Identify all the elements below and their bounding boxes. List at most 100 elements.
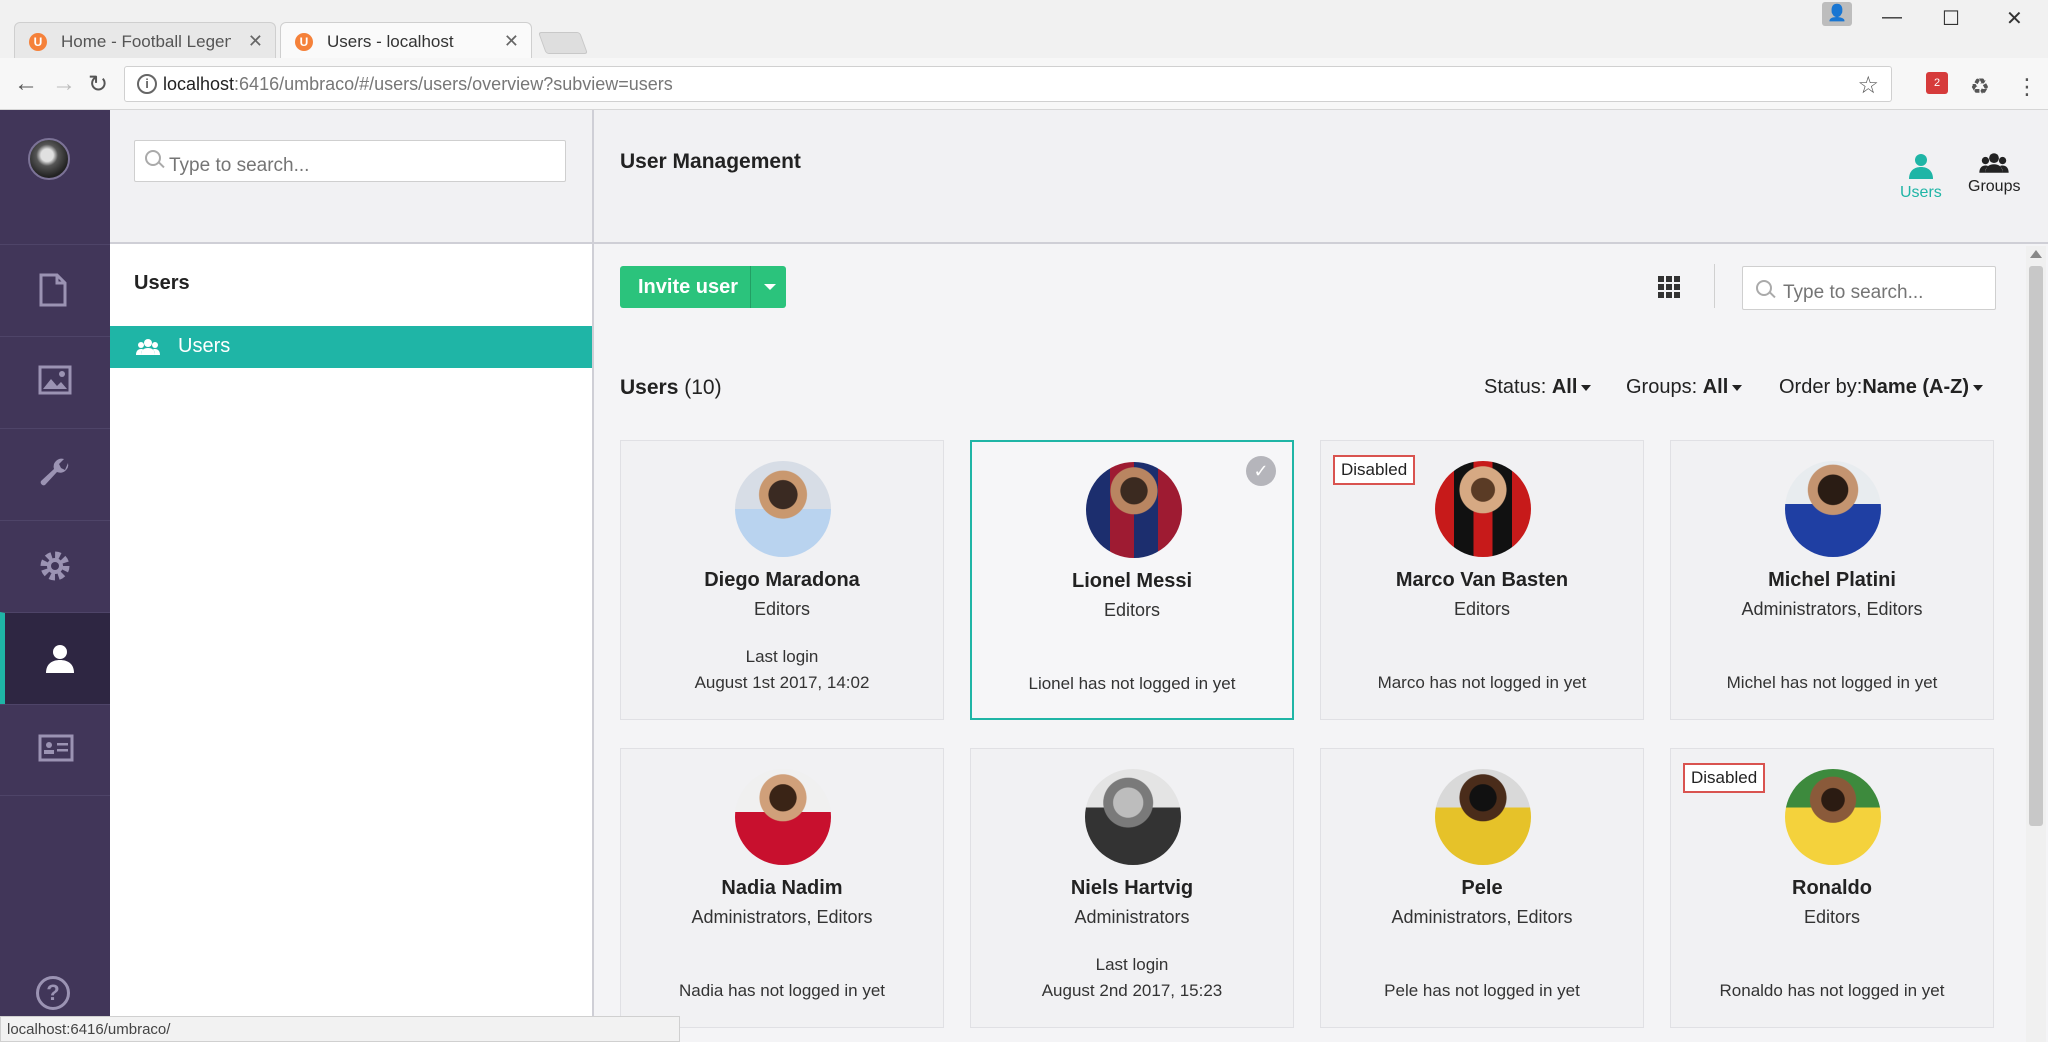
- user-groups: Editors: [753, 599, 811, 619]
- user-groups: Administrators: [1074, 907, 1190, 927]
- user-groups: Administrators, Editors: [1741, 599, 1923, 619]
- user-login-label: Last login: [745, 647, 819, 666]
- tree-search-input[interactable]: [134, 140, 566, 182]
- nav-content[interactable]: [0, 244, 110, 336]
- user-name: Michel Platini: [1768, 569, 1896, 591]
- current-user-avatar[interactable]: [28, 138, 70, 180]
- user-avatar: [1435, 461, 1531, 557]
- user-groups: Editors: [1103, 600, 1161, 620]
- nav-users[interactable]: [0, 612, 110, 704]
- main-scrollbar[interactable]: [2026, 246, 2046, 1042]
- tab-title: Users - localhost: [327, 31, 454, 51]
- user-card[interactable]: Diego Maradona Editors Last login August…: [620, 440, 944, 720]
- browser-tab-home[interactable]: U Home - Football Legends ✕: [14, 22, 276, 60]
- user-avatar: [1435, 769, 1531, 865]
- user-avatar: [1785, 769, 1881, 865]
- user-login-status: August 1st 2017, 14:02: [694, 673, 870, 692]
- scroll-up-icon[interactable]: [2030, 250, 2042, 258]
- user-groups: Editors: [1453, 599, 1511, 619]
- group-icon: [136, 339, 160, 355]
- tab-close-icon[interactable]: ✕: [248, 31, 263, 52]
- disabled-badge: Disabled: [1333, 455, 1416, 485]
- minimize-icon[interactable]: —: [1882, 6, 1902, 29]
- invite-user-button[interactable]: Invite user: [620, 266, 786, 308]
- document-icon: [39, 273, 67, 307]
- tree-item-label: Users: [178, 335, 231, 357]
- user-card[interactable]: Pele Administrators, Editors Pele has no…: [1320, 748, 1644, 1028]
- nav-members[interactable]: [0, 704, 110, 796]
- new-tab-button[interactable]: [537, 32, 589, 54]
- bookmark-star-icon[interactable]: ☆: [1857, 71, 1879, 100]
- nav-developer[interactable]: [0, 520, 110, 612]
- users-count: Users (10): [620, 376, 722, 399]
- user-name: Diego Maradona: [704, 569, 860, 591]
- profile-icon[interactable]: 👤: [1822, 2, 1852, 26]
- nav-settings-wrench[interactable]: [0, 428, 110, 520]
- invite-user-label: Invite user: [638, 276, 739, 298]
- app-window: U Home - Football Legends ✕ U Users - lo…: [0, 0, 2048, 1042]
- recycle-icon[interactable]: ♻: [1970, 74, 1990, 100]
- search-icon: [1756, 280, 1772, 296]
- app-tab-users[interactable]: Users: [1900, 152, 1942, 202]
- user-groups: Administrators, Editors: [1391, 907, 1573, 927]
- user-name: Lionel Messi: [1071, 570, 1193, 592]
- media-icon: [38, 365, 72, 395]
- umbraco-favicon-icon: U: [295, 33, 313, 51]
- user-login-label: Last login: [1095, 955, 1169, 974]
- nav-media[interactable]: [0, 336, 110, 428]
- invite-options-caret[interactable]: [750, 266, 786, 308]
- app-tab-label: Users: [1900, 184, 1942, 201]
- chevron-down-icon: [1581, 384, 1592, 391]
- user-card[interactable]: Niels Hartvig Administrators Last login …: [970, 748, 1294, 1028]
- umbraco-favicon-icon: U: [29, 33, 47, 51]
- reload-icon[interactable]: ↻: [88, 70, 108, 99]
- app-tab-label: Groups: [1968, 178, 2021, 195]
- forward-icon[interactable]: →: [52, 70, 76, 98]
- browser-tab-users[interactable]: U Users - localhost ✕: [280, 22, 532, 60]
- users-search-input[interactable]: [1742, 266, 1996, 310]
- user-avatar: [1085, 769, 1181, 865]
- chevron-down-icon: [1732, 384, 1743, 391]
- group-icon: [1979, 153, 2009, 173]
- user-card[interactable]: Nadia Nadim Administrators, Editors Nadi…: [620, 748, 944, 1028]
- back-icon[interactable]: ←: [14, 70, 38, 98]
- browser-status-bar: localhost:6416/umbraco/: [0, 1016, 680, 1042]
- user-login-status: Michel has not logged in yet: [1726, 673, 1938, 692]
- help-icon[interactable]: ?: [36, 976, 70, 1010]
- groups-filter[interactable]: Groups: All: [1626, 376, 1743, 399]
- user-groups: Administrators, Editors: [691, 907, 873, 927]
- page-title: User Management: [620, 150, 801, 173]
- extension-badge-icon[interactable]: 2: [1926, 72, 1948, 94]
- grid-view-icon[interactable]: [1658, 276, 1680, 298]
- user-avatar: [1086, 462, 1182, 558]
- selected-check-icon[interactable]: ✓: [1246, 456, 1276, 486]
- user-card[interactable]: Disabled Ronaldo Editors Ronaldo has not…: [1670, 748, 1994, 1028]
- id-card-icon: [38, 734, 74, 762]
- user-avatar: [1785, 461, 1881, 557]
- divider: [1714, 264, 1715, 308]
- user-card[interactable]: Michel Platini Administrators, Editors M…: [1670, 440, 1994, 720]
- tree-item-users[interactable]: Users: [110, 326, 592, 368]
- user-card[interactable]: ✓ Lionel Messi Editors Lionel has not lo…: [970, 440, 1294, 720]
- user-login-status: Pele has not logged in yet: [1384, 981, 1580, 1000]
- tree-header: [110, 110, 592, 244]
- browser-toolbar: ← → ↻ i localhost:6416/umbraco/#/users/u…: [0, 58, 2048, 110]
- section-nav: ?: [0, 110, 110, 1042]
- tree-panel: Users Users: [110, 110, 594, 1042]
- address-bar[interactable]: i localhost:6416/umbraco/#/users/users/o…: [124, 66, 1892, 102]
- app-tab-groups[interactable]: Groups: [1968, 152, 2020, 196]
- order-by-filter[interactable]: Order by:Name (A-Z): [1779, 376, 1984, 399]
- status-filter[interactable]: Status: All: [1484, 376, 1592, 399]
- tab-close-icon[interactable]: ✕: [504, 31, 519, 52]
- main-header: User Management Users Groups: [594, 110, 2048, 244]
- user-card[interactable]: Disabled Marco Van Basten Editors Marco …: [1320, 440, 1644, 720]
- menu-dots-icon[interactable]: ⋮: [2016, 74, 2038, 100]
- close-window-icon[interactable]: ✕: [2006, 6, 2023, 31]
- disabled-badge: Disabled: [1683, 763, 1766, 793]
- user-login-status: Ronaldo has not logged in yet: [1719, 981, 1945, 1000]
- info-icon[interactable]: i: [137, 74, 157, 94]
- scrollbar-thumb[interactable]: [2029, 266, 2043, 826]
- user-avatar: [735, 461, 831, 557]
- wrench-icon: [40, 458, 69, 486]
- maximize-icon[interactable]: ☐: [1942, 6, 1960, 31]
